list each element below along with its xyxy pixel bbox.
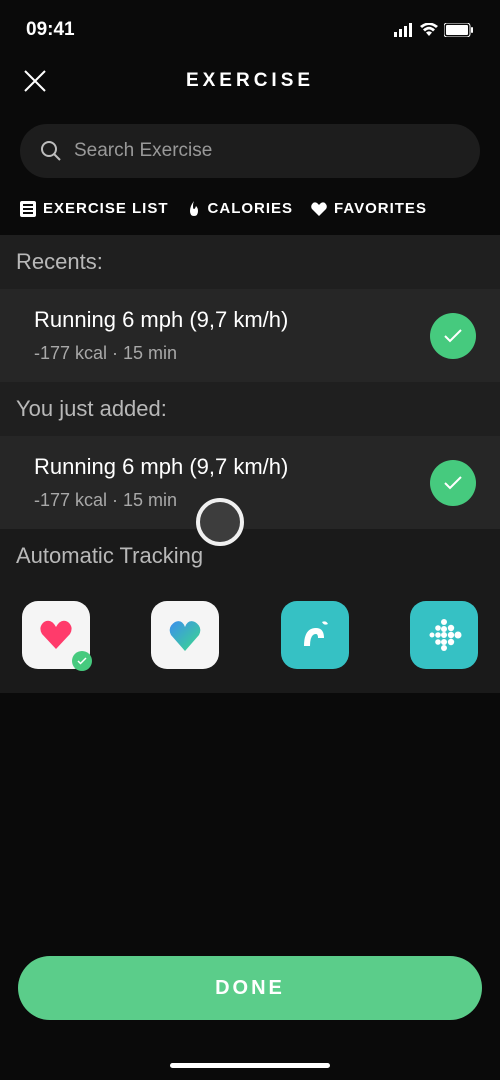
- page-title: EXERCISE: [186, 70, 314, 92]
- exercise-row[interactable]: Running 6 mph (9,7 km/h) -177 kcal · 15 …: [0, 289, 500, 382]
- runkeeper-icon: [296, 616, 334, 654]
- tab-favorites[interactable]: FAVORITES: [311, 200, 427, 217]
- tab-label: FAVORITES: [334, 200, 427, 217]
- app-fitbit[interactable]: [410, 601, 478, 669]
- exercise-meta: -177 kcal · 15 min: [34, 343, 288, 364]
- app-runkeeper[interactable]: [281, 601, 349, 669]
- app-health[interactable]: [22, 601, 90, 669]
- apple-health-icon: [38, 619, 74, 651]
- tab-exercise-list[interactable]: EXERCISE LIST: [20, 200, 169, 217]
- status-icons: [394, 23, 474, 37]
- fitbit-icon: [424, 615, 464, 655]
- done-button[interactable]: DONE: [18, 956, 482, 1020]
- check-button[interactable]: [430, 460, 476, 506]
- close-icon: [22, 68, 48, 94]
- tabs: EXERCISE LIST CALORIES FAVORITES: [0, 190, 500, 235]
- check-icon: [443, 328, 463, 344]
- search-bar[interactable]: [20, 124, 480, 178]
- just-added-header: You just added:: [0, 382, 500, 436]
- samsung-health-icon: [165, 617, 205, 653]
- tab-label: EXERCISE LIST: [43, 200, 169, 217]
- close-button[interactable]: [22, 68, 48, 94]
- header: EXERCISE: [0, 50, 500, 112]
- tab-label: CALORIES: [208, 200, 294, 217]
- check-icon: [443, 475, 463, 491]
- home-indicator[interactable]: [170, 1063, 330, 1068]
- list-icon: [20, 201, 36, 217]
- wifi-icon: [420, 23, 438, 37]
- recents-header: Recents:: [0, 235, 500, 289]
- search-input[interactable]: [74, 140, 460, 162]
- exercise-info: Running 6 mph (9,7 km/h) -177 kcal · 15 …: [34, 307, 288, 364]
- check-icon: [77, 657, 87, 665]
- exercise-row[interactable]: Running 6 mph (9,7 km/h) -177 kcal · 15 …: [0, 436, 500, 529]
- app-samsung-health[interactable]: [151, 601, 219, 669]
- battery-icon: [444, 23, 474, 37]
- automatic-tracking-header: Automatic Tracking: [0, 529, 500, 583]
- done-label: DONE: [215, 977, 285, 1000]
- status-time: 09:41: [26, 19, 75, 41]
- app-connected-badge: [72, 651, 92, 671]
- exercise-meta: -177 kcal · 15 min: [34, 490, 288, 511]
- exercise-info: Running 6 mph (9,7 km/h) -177 kcal · 15 …: [34, 454, 288, 511]
- tab-calories[interactable]: CALORIES: [187, 200, 294, 217]
- app-grid: [0, 583, 500, 693]
- search-icon: [40, 140, 62, 162]
- signal-icon: [394, 23, 414, 37]
- exercise-title: Running 6 mph (9,7 km/h): [34, 307, 288, 333]
- check-button[interactable]: [430, 313, 476, 359]
- heart-icon: [311, 202, 327, 216]
- flame-icon: [187, 201, 201, 217]
- exercise-title: Running 6 mph (9,7 km/h): [34, 454, 288, 480]
- status-bar: 09:41: [0, 0, 500, 50]
